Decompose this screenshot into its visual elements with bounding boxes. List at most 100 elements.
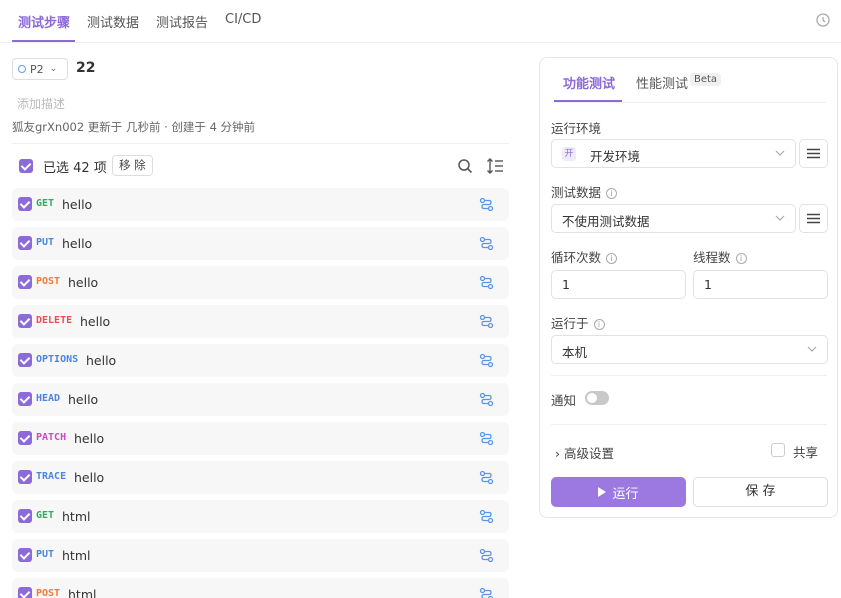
- advanced-settings-toggle[interactable]: › 高级设置: [555, 443, 614, 462]
- step-name: html: [68, 587, 97, 598]
- step-link-icon[interactable]: [479, 587, 494, 598]
- test-data-manage-button[interactable]: [799, 204, 828, 233]
- step-name: hello: [62, 236, 93, 251]
- test-data-value: 不使用测试数据: [562, 214, 650, 229]
- priority-value: P2: [30, 62, 44, 76]
- env-value: 开发环境: [590, 149, 641, 164]
- description-input[interactable]: 添加描述: [17, 95, 65, 112]
- step-method: PUT: [36, 237, 55, 248]
- run-on-select[interactable]: 本机: [551, 335, 828, 364]
- step-checkbox[interactable]: [18, 431, 32, 445]
- notify-toggle[interactable]: [585, 391, 609, 405]
- step-checkbox[interactable]: [18, 509, 32, 523]
- info-icon[interactable]: i: [606, 188, 618, 199]
- tab-test-steps[interactable]: 测试步骤: [18, 12, 70, 31]
- search-icon[interactable]: [457, 158, 473, 174]
- history-icon[interactable]: [815, 12, 831, 28]
- step-checkbox[interactable]: [18, 392, 32, 406]
- test-data-select[interactable]: 不使用测试数据: [551, 204, 796, 233]
- step-method: HEAD: [36, 393, 61, 404]
- save-button[interactable]: 保 存: [693, 477, 828, 507]
- tab-functional-test[interactable]: 功能测试: [563, 73, 615, 92]
- step-method: OPTIONS: [36, 354, 79, 365]
- step-checkbox[interactable]: [18, 548, 32, 562]
- step-method: GET: [36, 510, 55, 521]
- tab-ci-cd[interactable]: CI/CD: [225, 12, 261, 27]
- selection-bar: 已选 42 项 移 除: [12, 143, 509, 186]
- share-checkbox[interactable]: [771, 443, 785, 457]
- step-item[interactable]: POST hello: [12, 266, 509, 299]
- notify-label: 通知: [551, 393, 577, 408]
- step-method: DELETE: [36, 315, 73, 326]
- loop-count-label-text: 循环次数: [551, 250, 602, 265]
- sort-icon[interactable]: [486, 157, 504, 175]
- info-icon[interactable]: i: [735, 253, 747, 264]
- step-method: PUT: [36, 549, 55, 560]
- step-item[interactable]: PUT hello: [12, 227, 509, 260]
- step-link-icon[interactable]: [479, 314, 494, 329]
- step-link-icon[interactable]: [479, 548, 494, 563]
- step-link-icon[interactable]: [479, 236, 494, 251]
- step-checkbox[interactable]: [18, 587, 32, 598]
- beta-badge: Beta: [690, 73, 722, 86]
- run-config-panel: 功能测试 性能测试 Beta 运行环境 开 开发环境 测试数据 i 不使用测试数据…: [539, 57, 838, 518]
- step-link-icon[interactable]: [479, 509, 494, 524]
- chevron-down-icon: [775, 215, 785, 221]
- step-method: PATCH: [36, 432, 67, 443]
- step-checkbox[interactable]: [18, 470, 32, 484]
- top-tabs: 测试步骤 测试数据 测试报告 CI/CD: [0, 0, 841, 43]
- step-item[interactable]: GET html: [12, 500, 509, 533]
- priority-select[interactable]: P2 ⌄: [12, 58, 68, 80]
- step-method: POST: [36, 588, 61, 598]
- run-on-label-text: 运行于: [551, 316, 589, 331]
- env-select[interactable]: 开 开发环境: [551, 139, 796, 168]
- tab-test-report[interactable]: 测试报告: [156, 12, 208, 31]
- step-item[interactable]: HEAD hello: [12, 383, 509, 416]
- threads-label-text: 线程数: [693, 250, 731, 265]
- run-on-value: 本机: [562, 345, 588, 360]
- env-label: 运行环境: [551, 121, 602, 136]
- active-tab-indicator: [554, 100, 622, 102]
- case-number[interactable]: 22: [76, 60, 95, 76]
- step-item[interactable]: OPTIONS hello: [12, 344, 509, 377]
- step-item[interactable]: PATCH hello: [12, 422, 509, 455]
- tab-performance-test[interactable]: 性能测试: [636, 73, 688, 92]
- step-link-icon[interactable]: [479, 353, 494, 368]
- step-name: hello: [68, 392, 99, 407]
- step-checkbox[interactable]: [18, 197, 32, 211]
- run-button[interactable]: 运行: [551, 477, 686, 507]
- loop-count-input[interactable]: 1: [551, 270, 686, 299]
- threads-input[interactable]: 1: [693, 270, 828, 299]
- info-icon[interactable]: i: [606, 253, 618, 264]
- step-name: hello: [74, 470, 105, 485]
- test-data-label: 测试数据 i: [551, 182, 618, 201]
- step-name: html: [62, 548, 91, 563]
- chevron-down-icon: ⌄: [49, 64, 58, 74]
- env-manage-button[interactable]: [799, 139, 828, 168]
- select-all-checkbox[interactable]: [19, 159, 33, 173]
- step-checkbox[interactable]: [18, 236, 32, 250]
- threads-value: 1: [704, 277, 712, 292]
- tab-test-data[interactable]: 测试数据: [87, 12, 139, 31]
- info-icon[interactable]: i: [593, 319, 605, 330]
- tabs-divider: [554, 102, 826, 103]
- step-item[interactable]: GET hello: [12, 188, 509, 221]
- priority-dot: [18, 65, 26, 73]
- step-checkbox[interactable]: [18, 314, 32, 328]
- step-link-icon[interactable]: [479, 392, 494, 407]
- step-link-icon[interactable]: [479, 197, 494, 212]
- step-method: TRACE: [36, 471, 67, 482]
- step-item[interactable]: DELETE hello: [12, 305, 509, 338]
- step-item[interactable]: TRACE hello: [12, 461, 509, 494]
- step-checkbox[interactable]: [18, 275, 32, 289]
- step-checkbox[interactable]: [18, 353, 32, 367]
- run-button-label: 运行: [612, 486, 639, 502]
- chevron-down-icon: [807, 346, 817, 352]
- step-item[interactable]: POST html: [12, 578, 509, 598]
- active-tab-indicator: [12, 40, 75, 42]
- step-link-icon[interactable]: [479, 275, 494, 290]
- remove-button[interactable]: 移 除: [112, 155, 153, 176]
- step-item[interactable]: PUT html: [12, 539, 509, 572]
- step-link-icon[interactable]: [479, 470, 494, 485]
- step-link-icon[interactable]: [479, 431, 494, 446]
